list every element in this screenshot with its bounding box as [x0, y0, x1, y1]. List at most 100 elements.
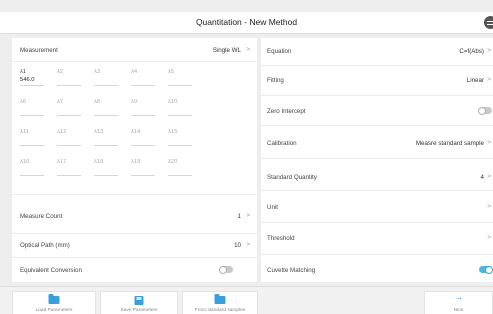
wavelength-field[interactable]: λ1 546.0	[20, 65, 56, 95]
wavelength-name: λ11	[20, 129, 29, 135]
wavelength-underline	[57, 175, 81, 176]
wavelength-underline	[94, 175, 118, 176]
chevron-right-icon: >	[487, 203, 491, 210]
title-bar: Quantitation - New Method	[0, 12, 493, 34]
chevron-right-icon: >	[487, 139, 491, 146]
next-label: Next	[453, 308, 464, 313]
measurement-label: Measurement	[20, 47, 58, 54]
wavelength-name: λ3	[94, 69, 101, 75]
wavelength-field[interactable]: λ14	[131, 125, 167, 155]
equivalent-conversion-toggle[interactable]	[219, 265, 233, 274]
threshold-label: Threshold	[267, 235, 295, 242]
wavelength-value: 546.0	[20, 77, 35, 83]
wavelength-field[interactable]: λ11	[20, 125, 56, 155]
wavelength-name: λ6	[20, 99, 27, 105]
measure-count-row[interactable]: Measure Count 1 >	[12, 194, 257, 234]
optical-path-row[interactable]: Optical Path (mm) 10 >	[12, 234, 257, 258]
fitting-row[interactable]: Fitting Linear >	[261, 66, 493, 96]
window-title: Quantitation - New Method	[195, 17, 298, 27]
wavelength-name: λ2	[57, 69, 64, 75]
wavelength-field[interactable]: λ3	[94, 65, 130, 95]
equivalent-conversion-label: Equivalent Conversion	[20, 267, 82, 274]
folder-icon	[214, 294, 226, 304]
cuvette-matching-row: Cuvette Matching	[261, 255, 493, 282]
wavelength-field[interactable]: λ18	[94, 155, 130, 185]
measure-count-label: Measure Count	[20, 213, 63, 220]
wavelength-field[interactable]: λ5	[168, 65, 204, 95]
equation-value: C=f(Abs)	[459, 48, 484, 55]
cuvette-matching-toggle[interactable]	[479, 265, 493, 274]
measurement-row[interactable]: Measurement Single WL >	[12, 38, 257, 62]
optical-path-label: Optical Path (mm)	[20, 242, 70, 249]
wavelength-grid: λ1 546.0 λ2 λ3 λ4 λ5 λ6 λ7 λ8 λ9 λ10 λ11 λ12 λ13 λ14 λ1…	[20, 65, 250, 193]
toggle-knob	[219, 265, 227, 274]
standard-quantity-label: Standard Quantity	[267, 174, 317, 181]
chevron-right-icon: >	[487, 234, 491, 241]
fitting-label: Fitting	[267, 77, 284, 84]
equivalent-conversion-row: Equivalent Conversion	[12, 258, 257, 282]
wavelength-underline	[168, 145, 192, 146]
wavelength-name: λ18	[94, 159, 104, 165]
zero-intercept-row: Zero Intercept	[261, 96, 493, 126]
save-parameters-button[interactable]: Save Parameters	[100, 291, 178, 314]
equation-label: Equation	[267, 48, 292, 55]
wavelength-field[interactable]: λ8	[94, 95, 130, 125]
wavelength-name: λ13	[94, 129, 104, 135]
zero-intercept-toggle[interactable]	[478, 106, 492, 115]
chevron-right-icon: >	[487, 76, 491, 83]
calibration-label: Calibration	[267, 140, 297, 147]
standard-quantity-value: 4	[480, 174, 484, 181]
wavelength-underline	[168, 115, 192, 116]
zero-intercept-label: Zero Intercept	[267, 108, 306, 115]
chevron-right-icon: >	[487, 173, 491, 180]
wavelength-name: λ20	[168, 159, 178, 165]
chevron-right-icon: >	[246, 212, 250, 219]
calibration-row[interactable]: Calibration Measre standard sample >	[261, 126, 493, 159]
menu-icon[interactable]	[484, 16, 493, 29]
equation-row[interactable]: Equation C=f(Abs) >	[261, 38, 493, 66]
wavelength-field[interactable]: λ12	[57, 125, 93, 155]
wavelength-field[interactable]: λ17	[57, 155, 93, 185]
wavelength-name: λ7	[57, 99, 64, 105]
wavelength-field[interactable]: λ4	[131, 65, 167, 95]
wavelength-field[interactable]: λ16	[20, 155, 56, 185]
bottom-toolbar: Load Parameters Save Parameters From sta…	[0, 286, 493, 314]
wavelength-field[interactable]: λ13	[94, 125, 130, 155]
wavelength-field[interactable]: λ20	[168, 155, 204, 185]
wavelength-field[interactable]: λ6	[20, 95, 56, 125]
wavelength-underline	[131, 175, 155, 176]
wavelength-underline	[94, 115, 118, 116]
wavelength-name: λ5	[168, 69, 175, 75]
calibration-value: Measre standard sample	[415, 140, 484, 147]
toggle-knob	[485, 265, 493, 274]
standard-quantity-row[interactable]: Standard Quantity 4 >	[261, 159, 493, 191]
wavelength-underline	[20, 175, 44, 176]
wavelength-underline	[94, 85, 118, 86]
folder-icon	[48, 294, 60, 304]
unit-row[interactable]: Unit >	[261, 191, 493, 223]
wavelength-field[interactable]: λ7	[57, 95, 93, 125]
next-button[interactable]: → Next	[424, 291, 493, 314]
chevron-right-icon: >	[246, 46, 250, 53]
wavelength-underline	[57, 85, 81, 86]
from-standard-samples-button[interactable]: From standard samples	[182, 291, 258, 314]
save-parameters-label: Save Parameters	[120, 308, 158, 313]
unit-label: Unit	[267, 204, 279, 211]
optical-path-value: 10	[234, 242, 241, 249]
wavelength-underline	[168, 175, 192, 176]
wavelength-underline	[131, 145, 155, 146]
wavelength-field[interactable]: λ9	[131, 95, 167, 125]
load-parameters-button[interactable]: Load Parameters	[12, 291, 96, 314]
wavelength-name: λ14	[131, 129, 141, 135]
wavelength-name: λ4	[131, 69, 138, 75]
wavelength-field[interactable]: λ2	[57, 65, 93, 95]
wavelength-field[interactable]: λ10	[168, 95, 204, 125]
load-parameters-label: Load Parameters	[35, 308, 73, 313]
threshold-row[interactable]: Threshold >	[261, 223, 493, 255]
wavelength-name: λ15	[168, 129, 178, 135]
wavelength-name: λ8	[94, 99, 101, 105]
wavelength-underline	[94, 145, 118, 146]
wavelength-field[interactable]: λ19	[131, 155, 167, 185]
chevron-right-icon: >	[487, 47, 491, 54]
wavelength-field[interactable]: λ15	[168, 125, 204, 155]
